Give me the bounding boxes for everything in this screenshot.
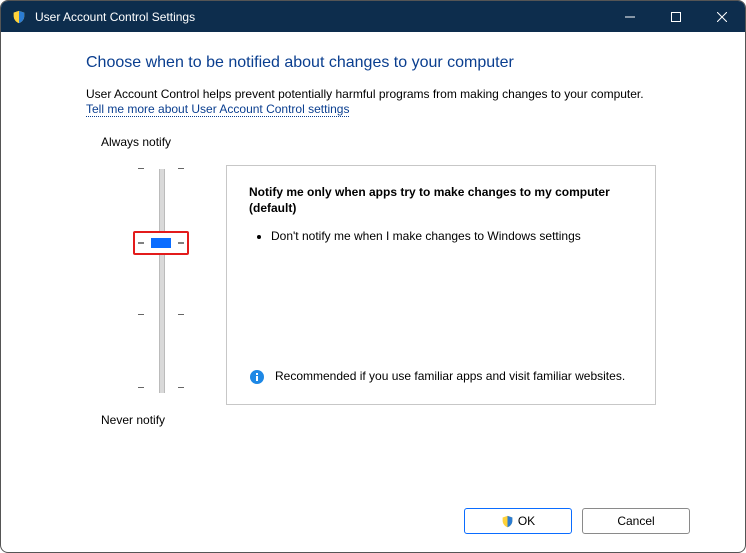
slider-column: Always notify Never notify — [86, 135, 221, 427]
shield-icon — [501, 515, 514, 528]
notification-slider[interactable] — [116, 161, 206, 401]
notification-detail-panel: Notify me only when apps try to make cha… — [226, 165, 656, 405]
minimize-button[interactable] — [607, 1, 653, 32]
cancel-button-label: Cancel — [617, 514, 654, 528]
recommendation-row: Recommended if you use familiar apps and… — [249, 368, 633, 388]
slider-bottom-label: Never notify — [101, 413, 221, 427]
page-heading: Choose when to be notified about changes… — [86, 54, 690, 72]
panel-bullet: Don't notify me when I make changes to W… — [271, 228, 633, 245]
window-title: User Account Control Settings — [35, 10, 195, 24]
slider-top-label: Always notify — [101, 135, 221, 149]
recommendation-text: Recommended if you use familiar apps and… — [275, 368, 625, 385]
learn-more-link[interactable]: Tell me more about User Account Control … — [86, 102, 349, 117]
uac-settings-window: User Account Control Settings Choose whe… — [0, 0, 746, 553]
slider-track — [159, 169, 165, 393]
dialog-body: Choose when to be notified about changes… — [1, 32, 745, 427]
page-description: User Account Control helps prevent poten… — [86, 87, 690, 101]
panel-title: Notify me only when apps try to make cha… — [249, 184, 633, 216]
ok-button-label: OK — [518, 514, 535, 528]
maximize-button[interactable] — [653, 1, 699, 32]
shield-icon — [11, 9, 27, 25]
main-content: Always notify Never notify — [86, 135, 690, 427]
info-icon — [249, 369, 265, 388]
cancel-button[interactable]: Cancel — [582, 508, 690, 534]
titlebar: User Account Control Settings — [1, 1, 745, 32]
dialog-footer: OK Cancel — [464, 508, 690, 534]
panel-bullet-list: Don't notify me when I make changes to W… — [249, 228, 633, 245]
slider-highlight-annotation — [133, 231, 189, 255]
close-button[interactable] — [699, 1, 745, 32]
ok-button[interactable]: OK — [464, 508, 572, 534]
